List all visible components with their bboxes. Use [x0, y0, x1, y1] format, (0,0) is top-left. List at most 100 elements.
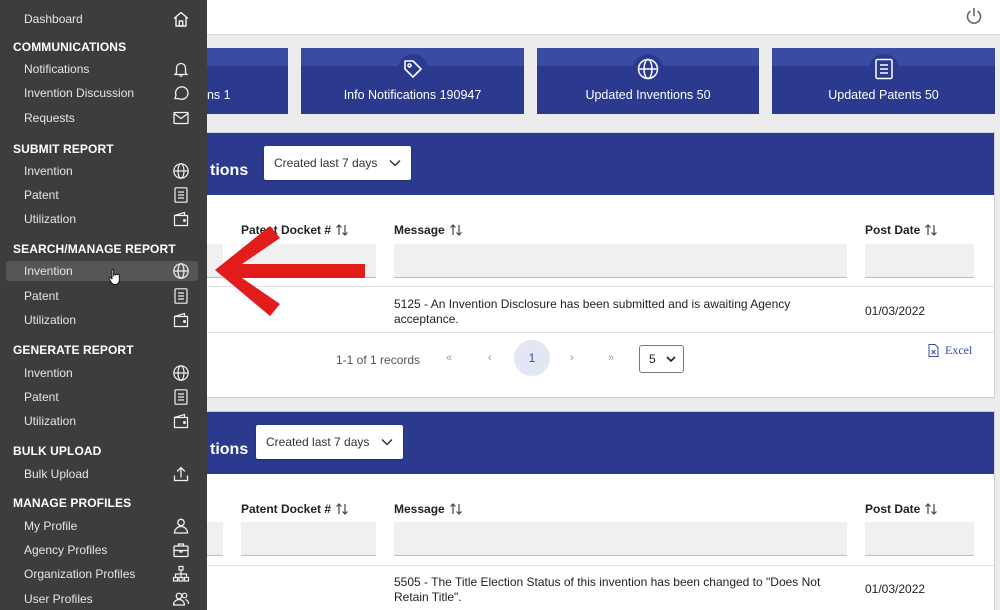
mail-icon	[173, 111, 189, 125]
stat-card-updated-inventions[interactable]: Updated Inventions 50	[537, 48, 759, 114]
post-date-filter-input[interactable]	[865, 522, 974, 556]
sidebar-item-search-patent[interactable]: Patent	[6, 286, 198, 306]
sidebar-item-label: Bulk Upload	[24, 467, 89, 481]
red-arrow-annotation	[215, 226, 365, 316]
stat-card-label: Info Notifications 190947	[343, 88, 482, 102]
power-icon[interactable]	[964, 6, 984, 26]
sidebar-item-label: Patent	[24, 289, 59, 303]
panel-header: tions Created last 7 days	[206, 412, 994, 474]
sidebar-item-generate-utilization[interactable]: Utilization	[6, 411, 198, 431]
sort-icon[interactable]	[449, 223, 463, 237]
excel-label: Excel	[945, 343, 973, 357]
sidebar-item-organization-profiles[interactable]: Organization Profiles	[6, 564, 198, 584]
sort-icon[interactable]	[449, 502, 463, 516]
prev-page-button[interactable]: ‹	[488, 352, 492, 364]
sort-icon[interactable]	[335, 502, 349, 516]
message-cell: 5505 - The Title Election Status of this…	[394, 575, 821, 604]
sidebar-item-search-utilization[interactable]: Utilization	[6, 310, 198, 330]
panel-header: tions Created last 7 days	[206, 133, 994, 195]
divider	[206, 565, 994, 566]
sidebar-item-label: Invention	[24, 264, 73, 278]
date-filter-dropdown[interactable]: Created last 7 days	[256, 425, 404, 459]
users-icon	[172, 592, 190, 606]
patent-docket-filter-input[interactable]	[241, 522, 376, 556]
bell-icon	[173, 62, 189, 77]
sidebar-item-label: Organization Profiles	[24, 567, 136, 581]
sidebar-item-invention-discussion[interactable]: Invention Discussion	[6, 83, 198, 103]
sidebar: Dashboard COMMUNICATIONS Notifications I…	[0, 0, 207, 610]
sidebar-item-dashboard[interactable]: Dashboard	[6, 9, 198, 29]
sidebar-item-generate-invention[interactable]: Invention	[6, 363, 198, 383]
sort-icon[interactable]	[924, 502, 938, 516]
section-bulk-upload: BULK UPLOAD	[13, 444, 102, 458]
records-count: 1-1 of 1 records	[336, 353, 421, 367]
stat-card-label: Updated Inventions 50	[585, 88, 711, 102]
notifications-panel-2: tions Created last 7 days Patent Docket …	[205, 411, 995, 610]
sidebar-item-label: User Profiles	[24, 592, 93, 606]
section-communications: COMMUNICATIONS	[13, 40, 127, 54]
last-page-button[interactable]: »	[608, 352, 614, 364]
date-filter-dropdown[interactable]: Created last 7 days	[264, 146, 412, 180]
sidebar-item-submit-patent[interactable]: Patent	[6, 185, 198, 205]
globe-icon	[173, 263, 189, 279]
column-label: Post Date	[865, 502, 921, 516]
column-header-post-date[interactable]: Post Date	[865, 223, 938, 237]
message-filter-input[interactable]	[394, 244, 847, 278]
post-date-cell: 01/03/2022	[865, 304, 926, 318]
briefcase-icon	[173, 543, 189, 558]
column-label: Message	[394, 223, 445, 237]
sidebar-item-label: Requests	[24, 111, 75, 125]
divider	[206, 332, 994, 333]
message-filter-input[interactable]	[394, 522, 847, 556]
sidebar-item-generate-patent[interactable]: Patent	[6, 387, 198, 407]
column-label: Message	[394, 502, 445, 516]
sidebar-item-label: Notifications	[24, 62, 90, 76]
sidebar-item-requests[interactable]: Requests	[6, 108, 198, 128]
user-icon	[173, 518, 189, 534]
next-page-button[interactable]: ›	[570, 352, 574, 364]
sidebar-item-label: Utilization	[24, 212, 77, 226]
org-chart-icon	[172, 565, 190, 582]
sidebar-item-bulk-upload[interactable]: Bulk Upload	[6, 464, 198, 484]
chevron-down-icon	[381, 438, 393, 446]
sidebar-item-submit-invention[interactable]: Invention	[6, 161, 198, 181]
sidebar-item-my-profile[interactable]: My Profile	[6, 516, 198, 536]
page-size-value: 5	[649, 352, 656, 366]
panel-title: tions	[210, 441, 249, 458]
sidebar-item-agency-profiles[interactable]: Agency Profiles	[6, 540, 198, 560]
excel-file-icon	[928, 344, 939, 357]
sidebar-item-label: My Profile	[24, 519, 78, 533]
column-header-message[interactable]: Message	[394, 223, 463, 237]
sidebar-item-notifications[interactable]: Notifications	[6, 59, 198, 79]
home-icon	[173, 11, 189, 27]
sidebar-item-submit-utilization[interactable]: Utilization	[6, 209, 198, 229]
sidebar-item-search-invention[interactable]: Invention	[6, 261, 198, 281]
wallet-icon	[173, 211, 189, 227]
sidebar-item-label: Invention Discussion	[24, 86, 135, 100]
sidebar-item-label: Agency Profiles	[24, 543, 108, 557]
sidebar-item-label: Invention	[24, 366, 73, 380]
stat-card-label: Updated Patents 50	[828, 88, 939, 102]
column-header-message[interactable]: Message	[394, 502, 463, 516]
excel-export-button[interactable]: Excel	[928, 343, 972, 358]
sidebar-item-label: Patent	[24, 188, 59, 202]
chevron-down-icon	[389, 159, 401, 167]
sidebar-item-user-profiles[interactable]: User Profiles	[6, 589, 198, 609]
post-date-filter-input[interactable]	[865, 244, 974, 278]
document-icon	[868, 54, 899, 84]
sidebar-item-label: Invention	[24, 164, 73, 178]
column-header-post-date[interactable]: Post Date	[865, 502, 938, 516]
column-header-patent-docket[interactable]: Patent Docket #	[241, 502, 349, 516]
date-filter-value: Created last 7 days	[266, 435, 370, 449]
sidebar-item-label: Dashboard	[24, 12, 83, 26]
stat-card-info-notifications[interactable]: Info Notifications 190947	[301, 48, 524, 114]
sort-icon[interactable]	[924, 223, 938, 237]
message-cell: 5125 - An Invention Disclosure has been …	[394, 297, 791, 326]
stat-card-updated-patents[interactable]: Updated Patents 50	[772, 48, 995, 114]
filter-input[interactable]	[206, 522, 223, 556]
globe-icon	[173, 163, 189, 179]
first-page-button[interactable]: «	[446, 352, 452, 364]
page-size-select[interactable]: 5	[639, 345, 684, 373]
sidebar-item-label: Patent	[24, 390, 59, 404]
page-1-button[interactable]: 1	[514, 340, 550, 376]
